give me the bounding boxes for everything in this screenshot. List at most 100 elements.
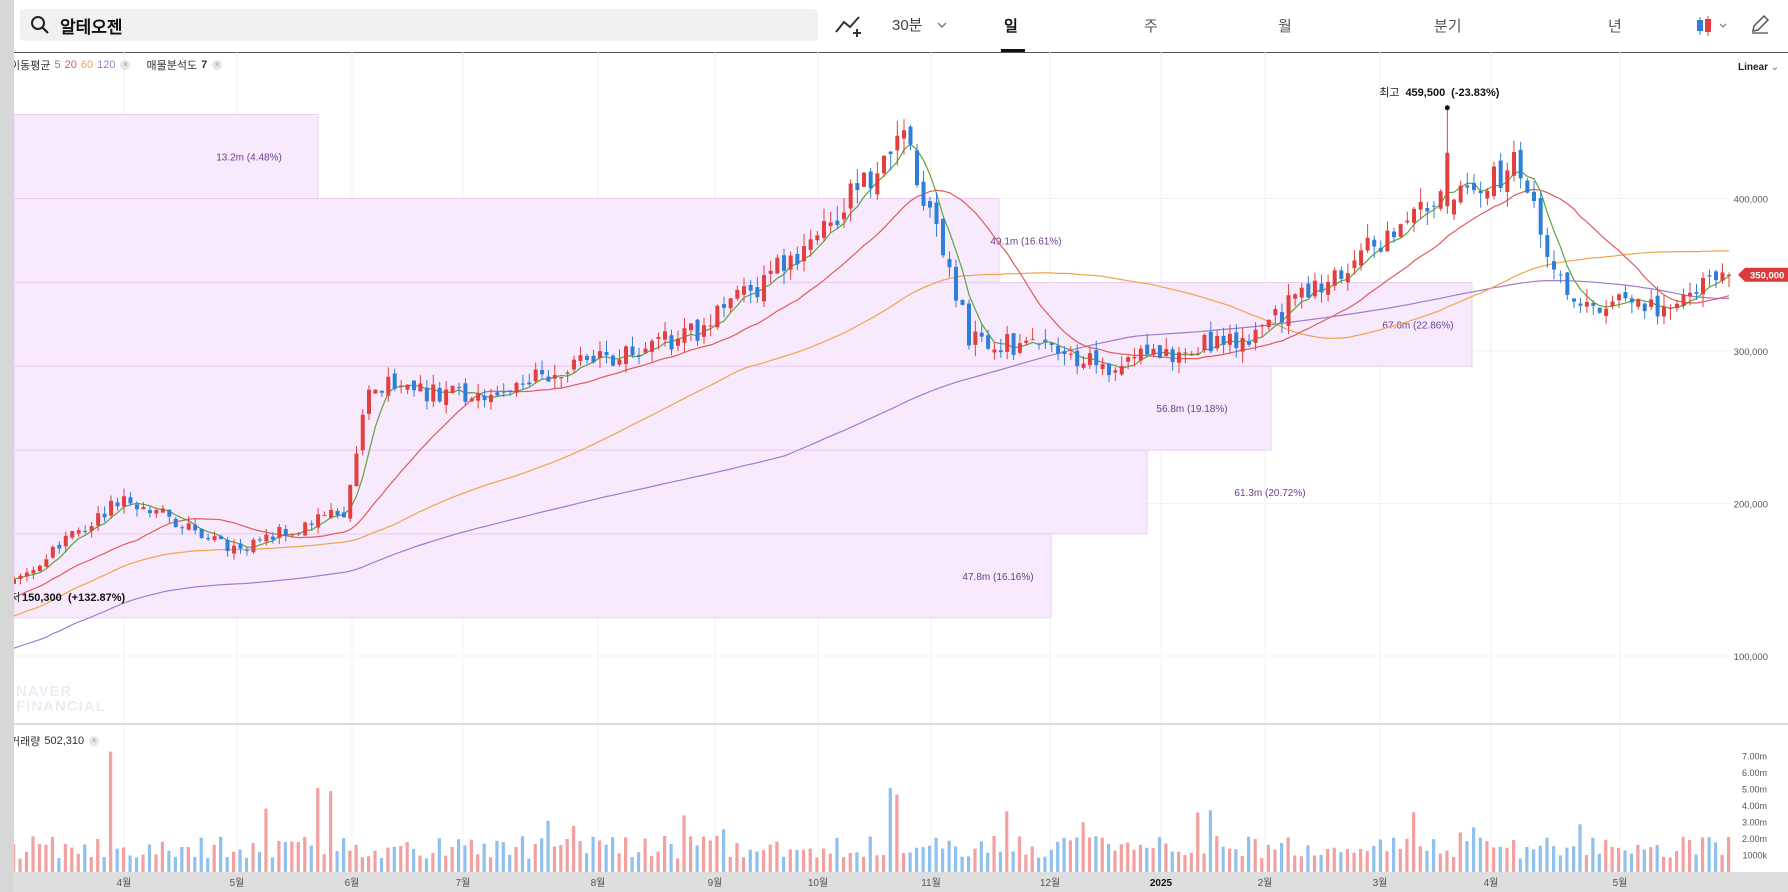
volume-bar	[1359, 848, 1363, 872]
volume-bar	[643, 838, 647, 872]
candle-body	[1266, 320, 1271, 328]
volume-bar	[928, 845, 932, 872]
candle	[1418, 188, 1423, 219]
candle-body	[1392, 231, 1396, 238]
x-tick-label: 3월	[1373, 877, 1388, 889]
candle-body	[585, 355, 589, 361]
volume-bar	[565, 838, 569, 872]
volume-bar	[1694, 854, 1698, 872]
candle-body	[520, 383, 525, 385]
candle-body	[1681, 294, 1686, 306]
candle	[360, 409, 365, 456]
volume-bar	[875, 855, 879, 872]
volume-bar	[1260, 857, 1264, 872]
close-icon[interactable]: ×	[212, 60, 223, 70]
volume-bar	[329, 791, 333, 872]
volume-bar	[1319, 854, 1323, 872]
volume-bar	[399, 845, 403, 872]
candle-body	[1306, 283, 1311, 298]
x-tick-label: 4월	[117, 877, 132, 889]
volume-bar	[1345, 849, 1350, 872]
close-icon[interactable]: ×	[89, 736, 100, 746]
candle-body	[1623, 292, 1628, 299]
candle-body	[782, 255, 786, 271]
candle-body	[418, 383, 423, 392]
candle-body	[1345, 273, 1350, 283]
volume-profile-bar	[14, 365, 1272, 451]
volume-tick-label: 2.00m	[1742, 834, 1767, 844]
candle-body	[134, 504, 139, 510]
candle-body	[1720, 272, 1725, 281]
candle-body	[1505, 170, 1510, 192]
volume-bar	[501, 842, 505, 872]
volume-bar	[702, 836, 706, 872]
candle-body	[1293, 294, 1298, 299]
candle	[1157, 344, 1162, 359]
candle	[373, 389, 378, 394]
candle-body	[637, 355, 641, 357]
candle-body	[1081, 363, 1086, 368]
candle-body	[1049, 343, 1054, 345]
candle	[1655, 286, 1660, 325]
volume-bar	[57, 858, 61, 872]
candle-body	[1472, 182, 1476, 191]
candle-body	[412, 380, 416, 391]
candle-body	[373, 389, 378, 394]
volume-bar	[1299, 856, 1303, 872]
candle-body	[762, 275, 766, 302]
candle-body	[1132, 356, 1137, 359]
candle	[715, 304, 720, 330]
candle-body	[501, 391, 506, 393]
volume-bar	[342, 838, 346, 872]
volume-bar	[186, 847, 190, 872]
volume-bar	[1221, 846, 1225, 872]
candle	[960, 299, 965, 306]
volume-bar	[193, 856, 197, 872]
volume-bar	[360, 857, 364, 872]
candle-body	[251, 539, 256, 553]
watermark-line: NAVER	[16, 683, 73, 700]
volume-bar	[520, 836, 525, 872]
volume-bar	[160, 841, 165, 872]
volume-bar	[1438, 853, 1442, 872]
volume-bar	[1202, 853, 1206, 872]
candle-body	[928, 201, 932, 208]
volume-bar	[1183, 855, 1187, 872]
close-icon[interactable]: ×	[120, 60, 131, 70]
candle	[1597, 307, 1602, 314]
volume-bar	[316, 787, 320, 872]
candle-body	[1538, 198, 1543, 235]
candle-body	[1545, 235, 1550, 257]
volume-tick-label: 6.00m	[1742, 768, 1767, 778]
candle-body	[1075, 350, 1080, 367]
candle-body	[540, 370, 545, 375]
candle-body	[702, 325, 706, 337]
candle-body	[1629, 298, 1634, 303]
candle-body	[1694, 292, 1699, 294]
candle-body	[947, 259, 952, 268]
volume-bar	[1100, 837, 1104, 872]
volume-bar	[1062, 837, 1066, 872]
candle	[1385, 221, 1390, 252]
candle-body	[1478, 190, 1483, 194]
candle-body	[1164, 349, 1169, 356]
ma120-legend: 120	[97, 59, 116, 71]
candle-body	[1452, 199, 1456, 215]
volume-bar	[469, 839, 473, 872]
volume-bar	[941, 848, 945, 872]
volume-bar	[1266, 844, 1270, 872]
volume-bar	[322, 854, 326, 872]
candle-body	[128, 497, 133, 504]
volume-bar	[527, 858, 531, 872]
candle-body	[1572, 298, 1576, 302]
candle-body	[624, 346, 628, 365]
x-tick-label: 2025	[1150, 878, 1173, 889]
scale-type-select[interactable]: Linear ⌄	[1738, 62, 1779, 73]
high-annotation-value: 459,500	[1405, 87, 1445, 99]
volume-bar	[1081, 822, 1085, 872]
volume-bar	[1151, 848, 1155, 872]
candle-body	[354, 453, 359, 487]
candle-body	[533, 369, 538, 382]
volume-bar	[424, 858, 429, 872]
candle-body	[934, 202, 939, 224]
